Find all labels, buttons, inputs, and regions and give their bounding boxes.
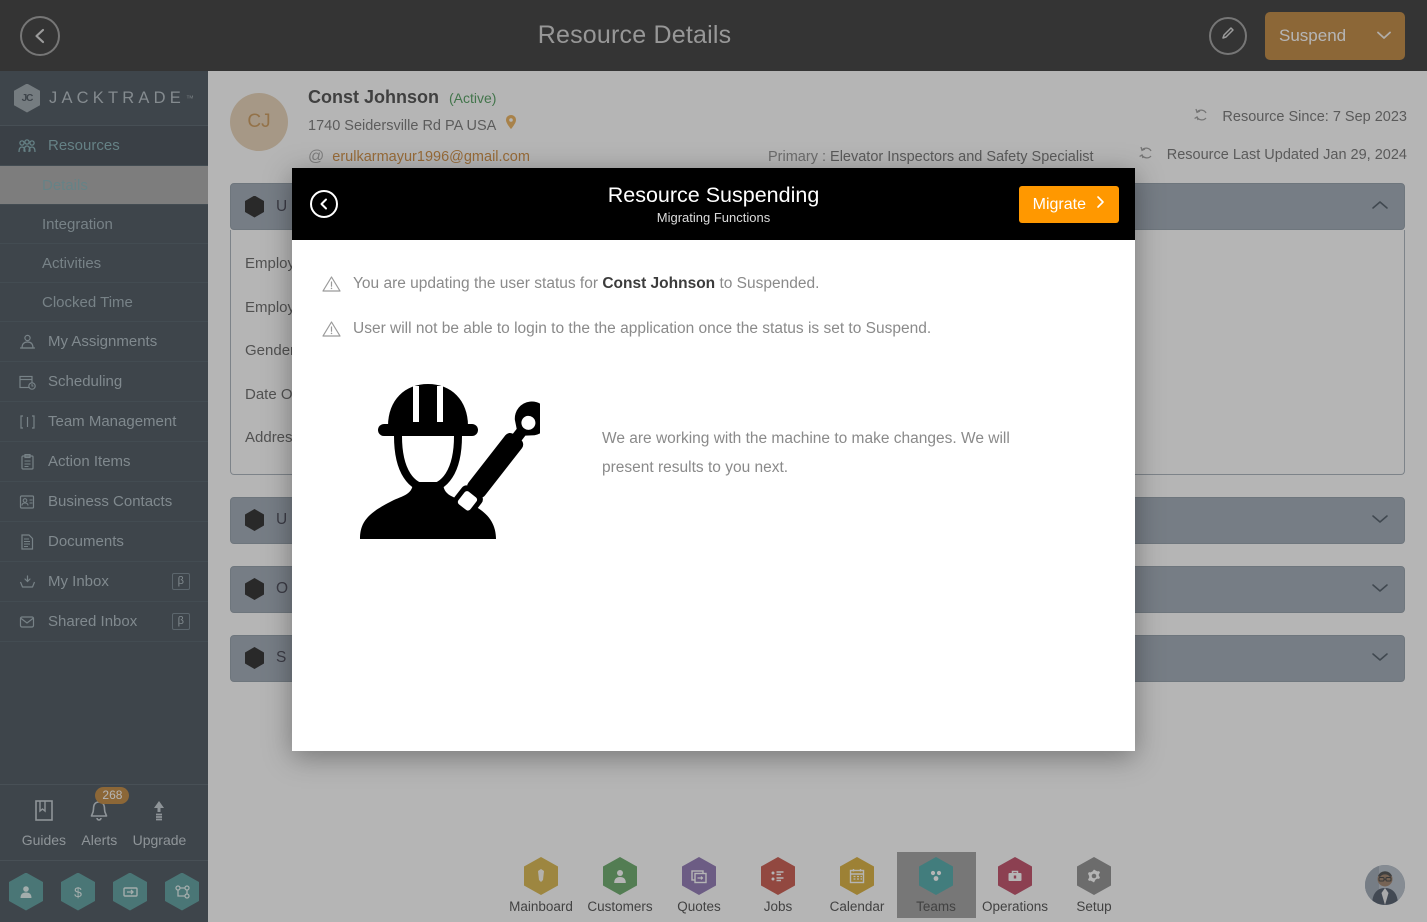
warning-text: You are updating the user status for Con… [353,274,819,293]
warning-row: User will not be able to login to the th… [322,319,1105,343]
warning-bold-name: Const Johnson [602,275,716,292]
migrate-button[interactable]: Migrate [1018,186,1119,223]
modal-header: Resource Suspending Migrating Functions … [292,168,1135,240]
warning-row: You are updating the user status for Con… [322,274,1105,298]
chevron-right-icon [1096,195,1105,214]
modal-illustration-row: We are working with the machine to make … [322,364,1105,544]
modal-body: You are updating the user status for Con… [292,240,1135,751]
warning-prefix: You are updating the user status for [353,275,603,292]
modal-title-group: Resource Suspending Migrating Functions [292,183,1135,225]
warning-triangle-icon [322,320,341,343]
worker-with-wrench-icon [350,364,549,544]
resource-suspending-modal: Resource Suspending Migrating Functions … [292,168,1135,751]
migrate-label: Migrate [1032,195,1086,213]
warning-text: User will not be able to login to the th… [353,320,932,337]
modal-subtitle: Migrating Functions [656,210,771,225]
warning-suffix: to Suspended. [715,275,820,292]
warning-triangle-icon [322,275,341,298]
modal-body-text: We are working with the machine to make … [602,430,1010,476]
modal-title: Resource Suspending [607,183,820,207]
